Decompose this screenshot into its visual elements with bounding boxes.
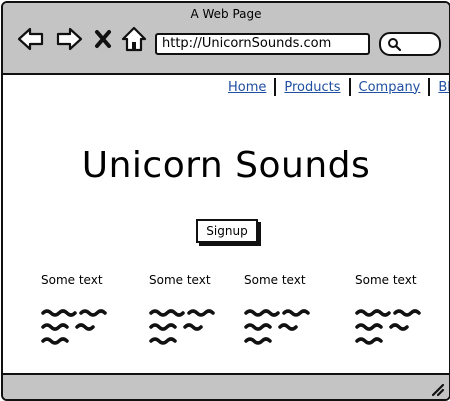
close-x-icon — [95, 30, 111, 48]
content-column: Some text — [244, 273, 334, 349]
forward-arrow-icon — [56, 27, 83, 51]
back-arrow-icon — [17, 27, 44, 51]
browser-window: A Web Page http://UnicornSounds.com Home… — [1, 1, 450, 401]
stop-button[interactable] — [93, 25, 113, 53]
address-bar[interactable]: http://UnicornSounds.com — [155, 33, 370, 55]
back-button[interactable] — [17, 25, 45, 53]
column-title: Some text — [355, 273, 417, 287]
column-title: Some text — [149, 273, 211, 287]
home-icon — [121, 26, 147, 52]
column-title: Some text — [244, 273, 306, 287]
page-title: Unicorn Sounds — [81, 145, 371, 186]
column-title: Some text — [41, 273, 103, 287]
home-button[interactable] — [120, 25, 148, 53]
placeholder-text-scribble — [41, 309, 107, 345]
nav-link-home[interactable]: Home — [220, 80, 274, 95]
site-nav: Home Products Company Blog — [220, 77, 449, 97]
signup-button[interactable]: Signup — [196, 219, 258, 243]
browser-chrome: A Web Page http://UnicornSounds.com — [3, 3, 449, 75]
placeholder-text-scribble — [244, 309, 310, 345]
content-column: Some text — [149, 273, 239, 349]
nav-link-company[interactable]: Company — [351, 80, 429, 95]
placeholder-text-scribble — [355, 309, 421, 345]
status-bar — [3, 373, 449, 399]
resize-grip-icon[interactable] — [429, 381, 445, 397]
search-icon — [388, 38, 401, 51]
search-field[interactable] — [379, 32, 441, 56]
window-title: A Web Page — [190, 7, 262, 21]
nav-link-blog[interactable]: Blog — [430, 80, 449, 95]
placeholder-text-scribble — [149, 309, 215, 345]
forward-button[interactable] — [55, 25, 83, 53]
content-column: Some text — [355, 273, 445, 349]
content-column: Some text — [41, 273, 131, 349]
nav-link-products[interactable]: Products — [276, 80, 348, 95]
